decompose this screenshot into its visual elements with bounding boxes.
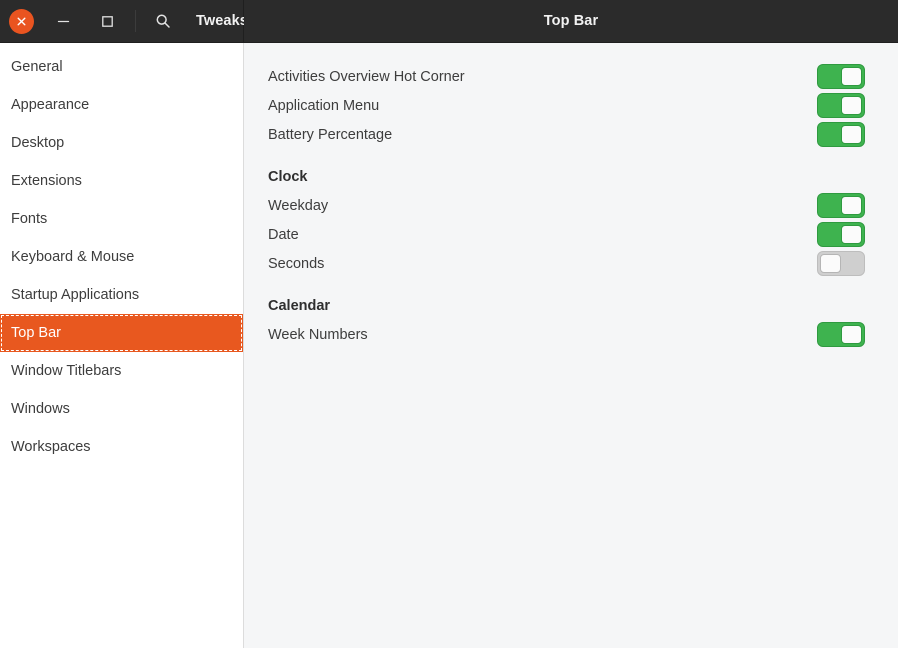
sidebar-item-label: Fonts (11, 211, 48, 227)
setting-row-battery-percentage: Battery Percentage (268, 120, 865, 149)
toggle-knob (841, 225, 862, 244)
setting-label: Activities Overview Hot Corner (268, 68, 465, 85)
sidebar-item-keyboard-mouse[interactable]: Keyboard & Mouse (0, 238, 243, 276)
sidebar-item-desktop[interactable]: Desktop (0, 124, 243, 162)
sidebar-item-fonts[interactable]: Fonts (0, 200, 243, 238)
toggle-week-numbers[interactable] (817, 322, 865, 347)
setting-label: Battery Percentage (268, 126, 393, 143)
toggle-knob (841, 125, 862, 144)
setting-label: Seconds (268, 255, 325, 272)
tweaks-window: Tweaks Top Bar General Appearance Deskto… (0, 0, 898, 648)
sidebar-item-startup-applications[interactable]: Startup Applications (0, 276, 243, 314)
setting-row-activities-overview-hot-corner: Activities Overview Hot Corner (268, 62, 865, 91)
header-right-section: Top Bar (244, 0, 898, 42)
close-button[interactable] (9, 8, 34, 34)
sidebar-item-label: Window Titlebars (11, 363, 122, 379)
sidebar-item-label: Extensions (11, 173, 82, 189)
settings-panel: Activities Overview Hot Corner Applicati… (244, 43, 898, 648)
sidebar-item-label: General (11, 59, 63, 75)
toggle-seconds[interactable] (817, 251, 865, 276)
search-icon (156, 14, 170, 28)
header-divider (135, 10, 136, 32)
page-title: Top Bar (543, 13, 599, 29)
sidebar-item-extensions[interactable]: Extensions (0, 162, 243, 200)
header-left-section: Tweaks (0, 0, 248, 42)
app-title: Tweaks (196, 13, 248, 29)
toggle-activities-overview-hot-corner[interactable] (817, 64, 865, 89)
sidebar-item-label: Appearance (11, 97, 90, 113)
setting-row-weekday: Weekday (268, 191, 865, 220)
toggle-knob (820, 254, 841, 273)
sidebar-item-workspaces[interactable]: Workspaces (0, 428, 243, 466)
search-button[interactable] (148, 6, 178, 36)
sidebar-item-windows[interactable]: Windows (0, 390, 243, 428)
sidebar-item-label: Top Bar (11, 325, 61, 341)
close-icon (17, 17, 26, 25)
setting-label: Week Numbers (268, 326, 368, 343)
setting-row-week-numbers: Week Numbers (268, 320, 865, 349)
sidebar-item-label: Desktop (11, 135, 65, 151)
window-body: General Appearance Desktop Extensions Fo… (0, 43, 898, 648)
minimize-icon (57, 20, 69, 22)
maximize-button[interactable] (93, 7, 121, 35)
section-heading-clock: Clock (268, 168, 308, 185)
setting-row-seconds: Seconds (268, 249, 865, 278)
header-bar: Tweaks Top Bar (0, 0, 898, 43)
setting-row-date: Date (268, 220, 865, 249)
toggle-application-menu[interactable] (817, 93, 865, 118)
sidebar-item-label: Windows (11, 401, 70, 417)
toggle-battery-percentage[interactable] (817, 122, 865, 147)
sidebar-item-top-bar[interactable]: Top Bar (0, 314, 243, 352)
sidebar-item-label: Keyboard & Mouse (11, 249, 135, 265)
setting-label: Date (268, 226, 299, 243)
sidebar-item-label: Workspaces (11, 439, 91, 455)
sidebar: General Appearance Desktop Extensions Fo… (0, 43, 244, 648)
toggle-knob (841, 96, 862, 115)
sidebar-item-general[interactable]: General (0, 48, 243, 86)
toggle-weekday[interactable] (817, 193, 865, 218)
toggle-date[interactable] (817, 222, 865, 247)
toggle-knob (841, 325, 862, 344)
setting-label: Weekday (268, 197, 329, 214)
setting-row-application-menu: Application Menu (268, 91, 865, 120)
toggle-knob (841, 67, 862, 86)
minimize-button[interactable] (49, 7, 77, 35)
sidebar-item-window-titlebars[interactable]: Window Titlebars (0, 352, 243, 390)
setting-label: Application Menu (268, 97, 380, 114)
section-heading-calendar: Calendar (268, 297, 331, 314)
sidebar-item-appearance[interactable]: Appearance (0, 86, 243, 124)
toggle-knob (841, 196, 862, 215)
sidebar-item-label: Startup Applications (11, 287, 140, 303)
maximize-icon (101, 15, 113, 27)
